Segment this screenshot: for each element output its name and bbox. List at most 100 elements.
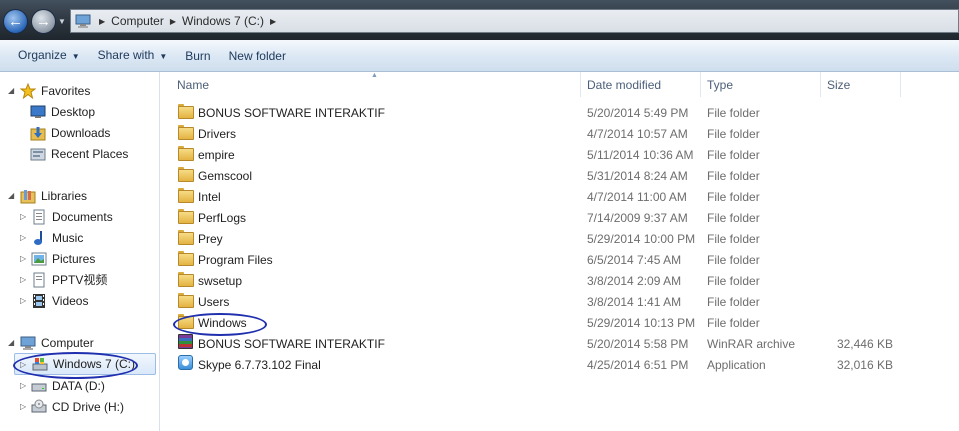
downloads-icon: [30, 125, 46, 141]
file-type: File folder: [707, 148, 760, 162]
nav-favorites[interactable]: ◢ Favorites: [8, 80, 90, 101]
new-folder-button[interactable]: New folder: [220, 41, 295, 71]
file-date: 4/7/2014 10:57 AM: [587, 127, 688, 141]
computer-icon: [20, 335, 36, 351]
file-type: File folder: [707, 127, 760, 141]
file-name: Gemscool: [198, 169, 253, 183]
collapsed-triangle-icon[interactable]: ▷: [20, 212, 26, 221]
nav-music[interactable]: ▷ Music: [20, 227, 83, 248]
nav-desktop[interactable]: Desktop: [30, 101, 95, 122]
column-divider[interactable]: [900, 72, 901, 97]
folder-icon: [178, 250, 194, 266]
file-type: File folder: [707, 211, 760, 225]
file-date: 5/20/2014 5:58 PM: [587, 337, 689, 351]
pictures-icon: [31, 251, 47, 267]
collapsed-triangle-icon[interactable]: ▷: [20, 275, 26, 284]
nav-windows7-label: Windows 7 (C:): [53, 357, 136, 371]
file-row[interactable]: Prey 5/29/2014 10:00 PM File folder: [161, 229, 959, 250]
file-type: File folder: [707, 295, 760, 309]
documents-icon: [31, 209, 47, 225]
collapsed-triangle-icon[interactable]: ▷: [20, 296, 26, 305]
file-name: BONUS SOFTWARE INTERAKTIF: [198, 106, 385, 120]
file-row[interactable]: Intel 4/7/2014 11:00 AM File folder: [161, 187, 959, 208]
file-row[interactable]: BONUS SOFTWARE INTERAKTIF 5/20/2014 5:49 …: [161, 103, 959, 124]
file-type: File folder: [707, 274, 760, 288]
expanded-triangle-icon[interactable]: ◢: [8, 191, 14, 200]
file-type: File folder: [707, 316, 760, 330]
address-field[interactable]: ▶ Computer ▶ Windows 7 (C:) ▶: [70, 9, 959, 33]
share-with-button[interactable]: Share with ▼: [89, 40, 177, 72]
file-name: PerfLogs: [198, 211, 247, 225]
folder-icon: [178, 229, 194, 245]
file-name: Program Files: [198, 253, 273, 267]
folder-icon: [178, 187, 194, 203]
nav-libraries[interactable]: ◢ Libraries: [8, 185, 87, 206]
breadcrumb-arrow-icon[interactable]: ▶: [99, 17, 105, 26]
column-type-header[interactable]: Type: [701, 72, 819, 97]
file-size: 32,446 KB: [836, 337, 893, 351]
nav-documents-label: Documents: [52, 209, 113, 224]
file-row[interactable]: PerfLogs 7/14/2009 9:37 AM File folder: [161, 208, 959, 229]
file-name: Prey: [198, 232, 223, 246]
column-size-header[interactable]: Size: [821, 72, 899, 97]
file-row[interactable]: Gemscool 5/31/2014 8:24 AM File folder: [161, 166, 959, 187]
file-row[interactable]: Users 3/8/2014 1:41 AM File folder: [161, 292, 959, 313]
nav-downloads-label: Downloads: [51, 125, 111, 140]
breadcrumb-computer[interactable]: Computer: [111, 14, 164, 28]
back-arrow-icon: ←: [8, 13, 23, 30]
file-row[interactable]: Windows 5/29/2014 10:13 PM File folder: [161, 313, 959, 334]
folder-icon: [178, 208, 194, 224]
nav-data-drive[interactable]: ▷ DATA (D:): [20, 375, 105, 396]
nav-videos[interactable]: ▷ Videos: [20, 290, 88, 311]
nav-recent-places[interactable]: Recent Places: [30, 143, 128, 164]
file-row[interactable]: empire 5/11/2014 10:36 AM File folder: [161, 145, 959, 166]
videos-icon: [31, 293, 47, 309]
nav-pictures[interactable]: ▷ Pictures: [20, 248, 95, 269]
collapsed-triangle-icon[interactable]: ▷: [20, 360, 26, 369]
skype-icon: [178, 355, 193, 370]
nav-computer-label: Computer: [41, 335, 94, 350]
nav-recent-places-label: Recent Places: [51, 146, 129, 161]
expanded-triangle-icon[interactable]: ◢: [8, 338, 14, 347]
file-row[interactable]: Skype 6.7.73.102 Final 4/25/2014 6:51 PM A…: [161, 355, 959, 376]
nav-windows7-drive[interactable]: ▷ Windows 7 (C:): [14, 353, 156, 375]
organize-label: Organize: [18, 47, 67, 62]
back-button[interactable]: ←: [3, 9, 28, 34]
expanded-triangle-icon[interactable]: ◢: [8, 86, 14, 95]
file-name: Windows: [198, 316, 247, 330]
breadcrumb-arrow-icon[interactable]: ▶: [170, 17, 176, 26]
nav-downloads[interactable]: Downloads: [30, 122, 110, 143]
share-with-label: Share with: [97, 47, 155, 62]
file-row[interactable]: Drivers 4/7/2014 10:57 AM File folder: [161, 124, 959, 145]
file-type: File folder: [707, 253, 760, 267]
system-drive-icon: [32, 356, 48, 372]
nav-cd-drive[interactable]: ▷ CD Drive (H:): [20, 396, 124, 417]
column-date-header[interactable]: Date modified: [581, 72, 699, 97]
breadcrumb-drive[interactable]: Windows 7 (C:): [182, 14, 264, 28]
forward-button[interactable]: →: [31, 9, 56, 34]
nav-favorites-label: Favorites: [41, 83, 91, 98]
breadcrumb-arrow-icon[interactable]: ▶: [270, 17, 276, 26]
organize-button[interactable]: Organize ▼: [9, 40, 89, 72]
nav-documents[interactable]: ▷ Documents: [20, 206, 113, 227]
file-row[interactable]: BONUS SOFTWARE INTERAKTIF 5/20/2014 5:58 …: [161, 334, 959, 355]
nav-computer[interactable]: ◢ Computer: [8, 332, 94, 353]
file-name: Users: [198, 295, 230, 309]
nav-pptv[interactable]: ▷ PPTV视频: [20, 269, 107, 290]
recent-pages-dropdown[interactable]: ▼: [58, 17, 66, 26]
burn-button[interactable]: Burn: [176, 41, 219, 71]
nav-cd-label: CD Drive (H:): [52, 399, 124, 414]
pptv-library-icon: [31, 272, 47, 288]
file-date: 5/31/2014 8:24 AM: [587, 169, 688, 183]
collapsed-triangle-icon[interactable]: ▷: [20, 233, 26, 242]
folder-icon: [178, 124, 194, 140]
command-bar: Organize ▼ Share with ▼ Burn New folder: [0, 40, 959, 72]
collapsed-triangle-icon[interactable]: ▷: [20, 381, 26, 390]
file-row[interactable]: swsetup 3/8/2014 2:09 AM File folder: [161, 271, 959, 292]
file-row[interactable]: Program Files 6/5/2014 7:45 AM File folder: [161, 250, 959, 271]
file-name: BONUS SOFTWARE INTERAKTIF: [198, 337, 385, 351]
collapsed-triangle-icon[interactable]: ▷: [20, 254, 26, 263]
column-name-header[interactable]: Name: [171, 72, 579, 97]
collapsed-triangle-icon[interactable]: ▷: [20, 402, 26, 411]
file-name: Drivers: [198, 127, 236, 141]
